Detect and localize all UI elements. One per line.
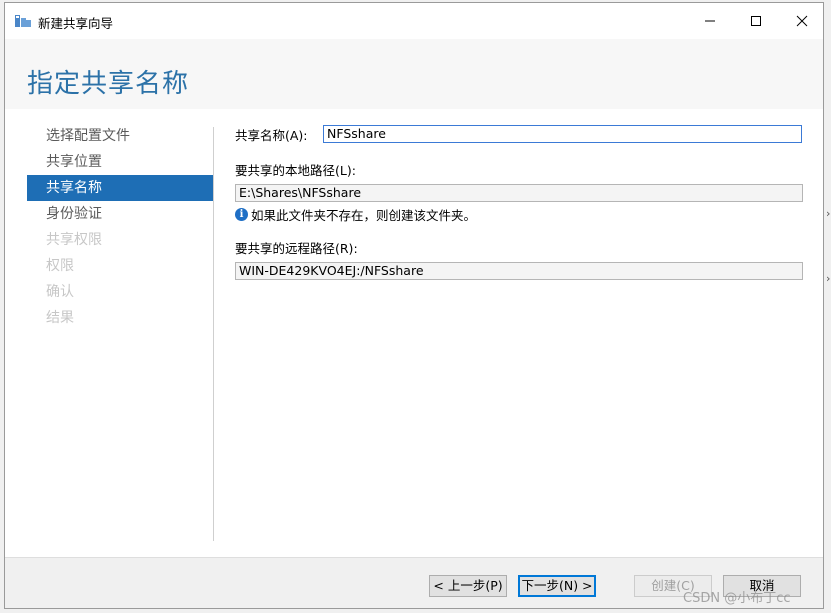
info-text: 如果此文件夹不存在，则创建该文件夹。 [251, 208, 477, 223]
wizard-header: 指定共享名称 [5, 39, 823, 109]
share-name-input[interactable]: NFSshare [323, 125, 802, 143]
wizard-content: 选择配置文件 共享位置 共享名称 身份验证 共享权限 权限 确认 结果 共享名称… [5, 109, 823, 557]
nav-step-share-location[interactable]: 共享位置 [27, 149, 213, 175]
close-icon [796, 15, 808, 27]
nav-step-permissions: 权限 [46, 258, 74, 274]
wizard-window: 新建共享向导 指定共享名称 选择配置文件 共享位置 共享名称 身份验证 共享权限… [4, 2, 824, 609]
page-title: 指定共享名称 [27, 69, 190, 99]
nav-step-confirmation: 确认 [46, 284, 74, 300]
info-message: i 如果此文件夹不存在，则创建该文件夹。 [235, 205, 815, 224]
next-button[interactable]: 下一步(N) > [518, 575, 596, 597]
nav-step-share-name[interactable]: 共享名称 [27, 175, 213, 201]
local-path-field[interactable]: E:\Shares\NFSshare [235, 184, 803, 202]
minimize-button[interactable] [687, 3, 733, 39]
nav-divider [213, 127, 214, 541]
title-bar: 新建共享向导 [5, 3, 823, 39]
watermark: CSDN @小布丁cc [683, 591, 791, 606]
background-window-edge: › [826, 207, 831, 220]
wizard-step-list: 选择配置文件 共享位置 共享名称 身份验证 共享权限 权限 确认 结果 [27, 123, 213, 331]
nav-step-authentication[interactable]: 身份验证 [27, 201, 213, 227]
nav-step-results: 结果 [46, 310, 74, 326]
local-path-label: 要共享的本地路径(L): [235, 163, 356, 178]
wizard-app-icon [15, 14, 31, 28]
maximize-button[interactable] [733, 3, 779, 39]
info-icon: i [235, 208, 248, 221]
maximize-icon [751, 16, 761, 26]
nav-step-share-permissions: 共享权限 [46, 232, 102, 248]
share-name-label: 共享名称(A): [235, 127, 308, 143]
share-name-form: 共享名称(A): NFSshare 要共享的本地路径(L): E:\Shares… [235, 123, 815, 280]
window-title: 新建共享向导 [38, 16, 114, 31]
minimize-icon [705, 20, 715, 22]
close-button[interactable] [779, 3, 825, 39]
remote-path-field[interactable]: WIN-DE429KVO4EJ:/NFSshare [235, 262, 803, 280]
remote-path-label: 要共享的远程路径(R): [235, 241, 358, 256]
previous-button[interactable]: < 上一步(P) [429, 575, 507, 597]
background-window-edge: › [826, 272, 831, 285]
nav-step-select-profile[interactable]: 选择配置文件 [27, 123, 213, 149]
